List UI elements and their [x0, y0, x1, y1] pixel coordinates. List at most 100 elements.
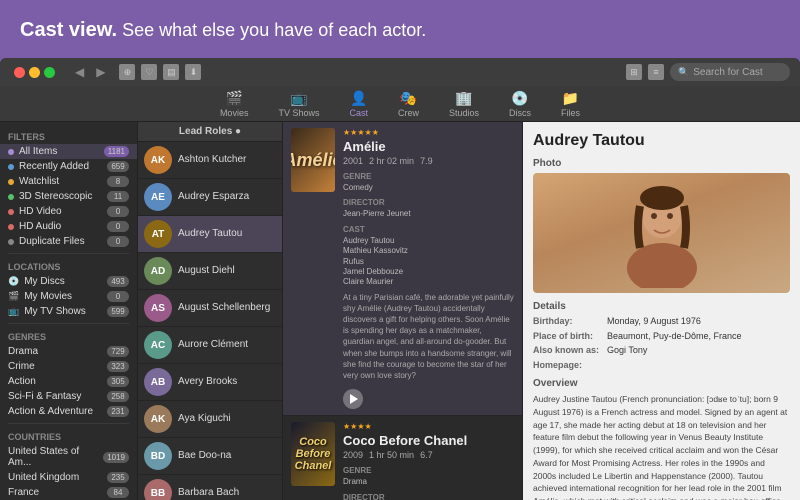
studios-icon: 🏢 — [455, 90, 472, 107]
sidebar-item-3d[interactable]: 3D Stereoscopic 11 — [0, 189, 137, 204]
sidebar-item-watchlist[interactable]: Watchlist 8 — [0, 174, 137, 189]
sidebar-crime-label: Crime — [8, 361, 102, 372]
sidebar-discs-label: My Discs — [24, 276, 102, 287]
sidebar-item-all[interactable]: All Items 1181 — [0, 144, 137, 159]
sidebar-item-hd-audio[interactable]: HD Audio 0 — [0, 219, 137, 234]
tab-tv-label: TV Shows — [278, 108, 319, 118]
promo-bold: Cast view. — [20, 19, 117, 41]
actor-photo-svg — [622, 178, 702, 288]
tab-movies-label: Movies — [220, 108, 249, 118]
cast-name-augustd: August Diehl — [178, 265, 235, 277]
cast-item-bae[interactable]: BD Bae Doo-na — [138, 438, 282, 475]
sidebar-item-france[interactable]: France 84 — [0, 485, 137, 500]
movie-poster-coco: Coco Before Chanel — [291, 422, 335, 486]
cast-avatar-ashton: AK — [144, 146, 172, 174]
sidebar-item-mytv[interactable]: 📺 My TV Shows 599 — [0, 304, 137, 319]
sidebar-hda-count: 0 — [107, 221, 129, 232]
birthplace-key: Place of birth: — [533, 331, 603, 343]
coco-duration: 1 hr 50 min — [369, 450, 414, 460]
amelie-desc: At a tiny Parisian café, the adorable ye… — [343, 292, 514, 382]
sidebar-hdv-label: HD Video — [19, 206, 102, 217]
sidebar-drama-label: Drama — [8, 346, 102, 357]
cast-item-audrey-t[interactable]: AT Audrey Tautou — [138, 216, 282, 253]
action-icon-3[interactable]: ▤ — [163, 64, 179, 80]
cast-item-audrey-e[interactable]: AE Audrey Esparza — [138, 179, 282, 216]
sort-icon[interactable]: ≡ — [648, 64, 664, 80]
sidebar-france-count: 84 — [107, 487, 129, 498]
sidebar-usa-count: 1019 — [103, 452, 129, 463]
sidebar-discs-count: 493 — [107, 276, 129, 287]
sidebar-dot-3d — [8, 194, 14, 200]
cast-item-aya[interactable]: AK Aya Kiguchi — [138, 401, 282, 438]
tab-studios[interactable]: 🏢 Studios — [435, 87, 493, 121]
sidebar-item-recent[interactable]: Recently Added 659 — [0, 159, 137, 174]
sidebar-item-scifi[interactable]: Sci-Fi & Fantasy 258 — [0, 389, 137, 404]
close-button[interactable] — [14, 67, 25, 78]
sidebar-item-mymovies[interactable]: 🎬 My Movies 0 — [0, 289, 137, 304]
birthday-val: Monday, 9 August 1976 — [607, 316, 701, 328]
tab-crew-label: Crew — [398, 108, 419, 118]
sidebar-hdv-count: 0 — [107, 206, 129, 217]
sidebar-item-crime[interactable]: Crime 323 — [0, 359, 137, 374]
cast-avatar-audreye: AE — [144, 183, 172, 211]
cast-item-barbara-bach[interactable]: BB Barbara Bach — [138, 475, 282, 500]
forward-arrow[interactable]: ▶ — [92, 63, 109, 81]
sidebar-item-actionadv[interactable]: Action & Adventure 231 — [0, 404, 137, 419]
cast-avatar-barbarabach: BB — [144, 479, 172, 500]
sidebar-item-uk[interactable]: United Kingdom 235 — [0, 470, 137, 485]
tab-crew[interactable]: 🎭 Crew — [384, 87, 433, 121]
tab-discs[interactable]: 💿 Discs — [495, 87, 545, 121]
coco-director-label: DIRECTOR — [343, 493, 514, 500]
amelie-stars: ★★★★★ — [343, 128, 514, 137]
tab-discs-label: Discs — [509, 108, 531, 118]
movie-item-amelie[interactable]: Amélie ★★★★★ Amélie 2001 2 hr 02 min 7.9… — [283, 122, 522, 416]
details-label: Details — [533, 301, 790, 312]
amelie-rating: 7.9 — [420, 156, 433, 166]
sidebar-item-hd-video[interactable]: HD Video 0 — [0, 204, 137, 219]
promo-banner: Cast view. See what else you have of eac… — [0, 0, 800, 58]
action-icon-2[interactable]: ♡ — [141, 64, 157, 80]
tab-files[interactable]: 📁 Files — [547, 87, 594, 121]
cast-item-august-d[interactable]: AD August Diehl — [138, 253, 282, 290]
countries-label: Countries — [0, 428, 137, 444]
cast-name-aya: Aya Kiguchi — [178, 413, 231, 425]
sidebar-item-discs[interactable]: 💿 My Discs 493 — [0, 274, 137, 289]
cast-item-ashton[interactable]: AK Ashton Kutcher — [138, 142, 282, 179]
tab-tv[interactable]: 📺 TV Shows — [264, 87, 333, 121]
cast-item-august-s[interactable]: AS August Schellenberg — [138, 290, 282, 327]
cast-name-avery: Avery Brooks — [178, 376, 237, 388]
promo-rest: See what else you have of each actor. — [122, 20, 426, 40]
tab-cast[interactable]: 👤 Cast — [335, 87, 382, 121]
tab-movies[interactable]: 🎬 Movies — [206, 87, 263, 121]
discs-icon: 💿 — [511, 90, 528, 107]
amelie-play-button[interactable] — [343, 389, 363, 409]
movie-item-coco[interactable]: Coco Before Chanel ★★★★ Coco Before Chan… — [283, 416, 522, 500]
birthplace-val: Beaumont, Puy-de-Dôme, France — [607, 331, 742, 343]
cast-item-avery[interactable]: AB Avery Brooks — [138, 364, 282, 401]
action-icon-1[interactable]: ⊕ — [119, 64, 135, 80]
maximize-button[interactable] — [44, 67, 55, 78]
sidebar-item-drama[interactable]: Drama 729 — [0, 344, 137, 359]
cast-name-barbarabach: Barbara Bach — [178, 487, 239, 499]
coco-genre-val: Drama — [343, 477, 514, 487]
cast-avatar-avery: AB — [144, 368, 172, 396]
cast-avatar-aurore: AC — [144, 331, 172, 359]
tab-studios-label: Studios — [449, 108, 479, 118]
locations-label: Locations — [0, 258, 137, 274]
movie-list-panel: Amélie ★★★★★ Amélie 2001 2 hr 02 min 7.9… — [283, 122, 523, 500]
sidebar-item-dup[interactable]: Duplicate Files 0 — [0, 234, 137, 249]
sidebar-item-action[interactable]: Action 305 — [0, 374, 137, 389]
cast-item-aurore[interactable]: AC Aurore Clément — [138, 327, 282, 364]
minimize-button[interactable] — [29, 67, 40, 78]
search-bar[interactable]: 🔍 Search for Cast — [670, 63, 790, 81]
overview-text: Audrey Justine Tautou (French pronunciat… — [533, 393, 790, 500]
back-arrow[interactable]: ◀ — [71, 63, 88, 81]
sidebar-item-usa[interactable]: United States of Am... 1019 — [0, 444, 137, 470]
cast-avatar-aya: AK — [144, 405, 172, 433]
filter-icon[interactable]: ⊞ — [626, 64, 642, 80]
action-icon-4[interactable]: ⬇ — [185, 64, 201, 80]
actor-photo — [533, 173, 790, 293]
cast-name-augusts: August Schellenberg — [178, 302, 270, 314]
amelie-cast-val: Audrey Tautou Mathieu Kassovitz Rufus Ja… — [343, 236, 514, 288]
amelie-genre-val: Comedy — [343, 183, 373, 193]
